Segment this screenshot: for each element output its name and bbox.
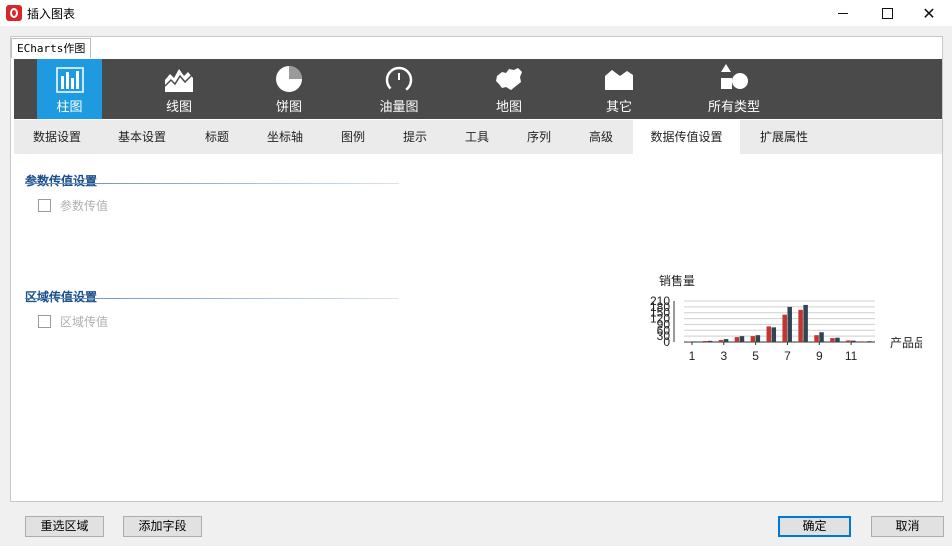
chart-type-label: 线图	[165, 100, 192, 115]
param-passing-option[interactable]: 参数传值	[38, 197, 108, 214]
chart-type-label: 饼图	[275, 100, 302, 115]
maximize-icon[interactable]	[864, 0, 910, 26]
section-divider	[25, 298, 399, 299]
tab-title[interactable]: 标题	[194, 120, 240, 154]
bar-chart-icon	[55, 67, 84, 93]
tab-tools[interactable]: 工具	[455, 120, 499, 154]
region-passing-label: 区域传值	[60, 315, 109, 329]
app-logo-icon	[6, 5, 22, 21]
pie-chart-icon	[276, 66, 302, 92]
bar	[835, 337, 840, 342]
param-section-title: 参数传值设置	[25, 174, 98, 188]
bar	[723, 339, 729, 342]
tab-advanced[interactable]: 高级	[579, 120, 623, 154]
tab-echarts[interactable]: ECharts作图	[11, 38, 92, 58]
x-tick-label: 1	[689, 349, 696, 363]
tab-data-settings[interactable]: 数据设置	[14, 120, 100, 154]
settings-tab-bar: 数据设置 基本设置 标题 坐标轴 图例 提示 工具 序列 高级 数据传值设置 扩…	[14, 120, 942, 154]
chart-type-label: 柱图	[56, 100, 83, 115]
gauge-icon	[385, 66, 413, 94]
bar	[739, 336, 745, 342]
chart-type-map[interactable]: 地图	[479, 59, 539, 119]
x-tick-label: 9	[816, 349, 823, 363]
tab-legend[interactable]: 图例	[331, 120, 375, 154]
bar	[814, 335, 819, 342]
chart-type-other[interactable]: 其它	[589, 59, 649, 119]
bar	[819, 332, 824, 342]
chart-type-bar[interactable]: 柱图	[37, 59, 102, 119]
bar	[851, 340, 856, 342]
reselect-region-button[interactable]: 重选区域	[25, 516, 104, 537]
bar	[867, 341, 872, 342]
bar	[830, 338, 835, 342]
map-icon	[496, 68, 522, 90]
tab-basic-settings[interactable]: 基本设置	[106, 120, 178, 154]
add-field-button[interactable]: 添加字段	[123, 516, 202, 537]
bar	[702, 341, 708, 342]
section-divider	[25, 183, 399, 184]
bar	[782, 314, 787, 342]
tab-series[interactable]: 序列	[517, 120, 561, 154]
minimize-icon[interactable]	[820, 0, 866, 26]
cancel-button[interactable]: 取消	[871, 516, 944, 537]
region-section-title: 区域传值设置	[25, 290, 98, 304]
tab-extended-properties[interactable]: 扩展属性	[750, 120, 818, 154]
bar	[766, 326, 772, 342]
bar	[707, 340, 713, 342]
close-icon[interactable]: ✕	[906, 0, 952, 26]
line-chart-icon	[164, 69, 194, 92]
x-tick-label: 11	[845, 349, 858, 363]
x-axis-label: 产品品	[890, 336, 922, 350]
bar	[798, 309, 803, 342]
bar	[862, 341, 867, 342]
chart-type-label: 地图	[495, 100, 522, 115]
other-chart-icon	[605, 70, 633, 90]
tab-tooltip[interactable]: 提示	[393, 120, 437, 154]
region-passing-option[interactable]: 区域传值	[38, 313, 108, 330]
ok-button[interactable]: 确定	[778, 516, 851, 537]
chart-type-all[interactable]: 所有类型	[694, 59, 774, 119]
chart-type-label: 其它	[605, 100, 632, 115]
bar	[846, 340, 851, 342]
chart-type-toolbar: 柱图 线图 饼图 油量图 地图 其它 所有类型	[14, 59, 942, 119]
chart-preview-svg: 销售量 产品品 2101801501209060300 1 3 5 7 9 11	[650, 273, 922, 363]
tab-axis[interactable]: 坐标轴	[258, 120, 312, 154]
bar	[771, 327, 777, 342]
chart-type-label: 油量图	[379, 100, 419, 115]
x-tick-label: 3	[720, 349, 727, 363]
param-passing-checkbox[interactable]	[38, 199, 51, 212]
param-passing-label: 参数传值	[60, 199, 109, 213]
chart-type-label: 所有类型	[707, 100, 760, 115]
window-title: 插入图表	[27, 7, 76, 21]
bar	[787, 306, 792, 342]
tab-data-passing[interactable]: 数据传值设置	[633, 120, 740, 154]
bar	[755, 335, 761, 342]
bar	[750, 336, 756, 342]
bar	[691, 341, 697, 342]
x-tick-label: 7	[784, 349, 791, 363]
all-types-icon	[721, 64, 748, 89]
y-axis-label: 销售量	[659, 273, 695, 288]
title-bar: 插入图表 ✕	[0, 0, 952, 26]
bar	[734, 337, 740, 342]
x-tick-label: 5	[752, 349, 759, 363]
chart-preview: 销售量 产品品 210 180 150 120 90 60 30 0 1 3 5 7 9 11	[640, 268, 922, 368]
chart-type-pie[interactable]: 饼图	[259, 59, 319, 119]
region-passing-checkbox[interactable]	[38, 315, 51, 328]
chart-type-line[interactable]: 线图	[149, 59, 209, 119]
chart-type-gauge[interactable]: 油量图	[369, 59, 429, 119]
bar	[718, 340, 724, 342]
y-tick-label: 0	[663, 335, 670, 349]
bar	[803, 304, 808, 342]
